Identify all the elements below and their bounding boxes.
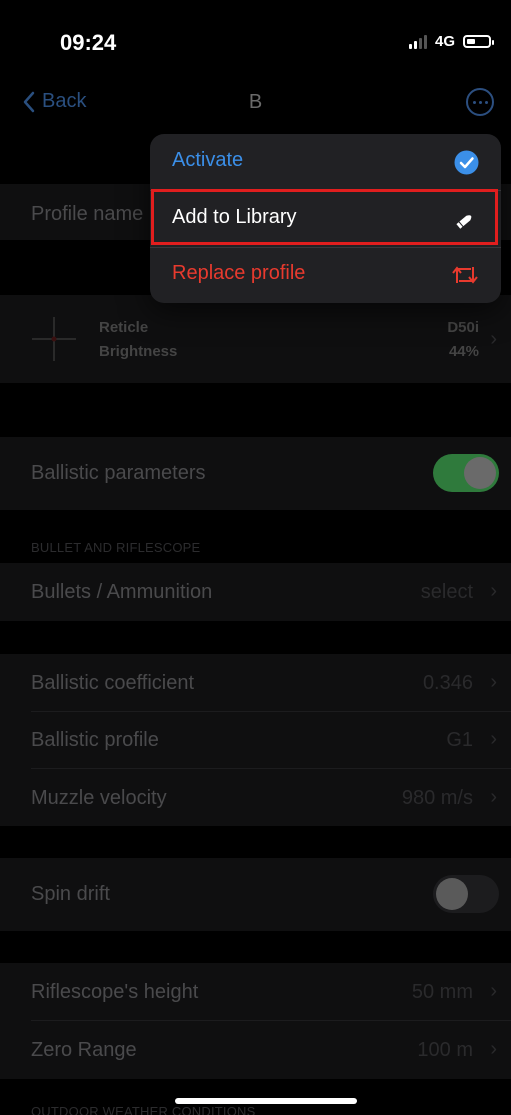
chevron-right-icon: ›	[490, 580, 497, 602]
ballistic-coefficient-label: Ballistic coefficient	[31, 672, 195, 694]
ballistic-parameters-toggle[interactable]	[433, 454, 499, 492]
zero-range-label: Zero Range	[31, 1039, 137, 1061]
profile-name-label[interactable]: Profile name	[31, 203, 143, 226]
params-group: Ballistic coefficient 0.346 › Ballistic …	[0, 654, 511, 826]
home-indicator[interactable]	[175, 1098, 357, 1104]
scope-group: Riflescope's height 50 mm › Zero Range 1…	[0, 963, 511, 1079]
muzzle-velocity-row[interactable]: Muzzle velocity 980 m/s ›	[0, 769, 511, 826]
more-icon-dot	[472, 100, 476, 104]
zero-range-row[interactable]: Zero Range 100 m ›	[0, 1021, 511, 1078]
ballistic-coefficient-value: 0.346	[422, 672, 473, 694]
chevron-right-icon: ›	[490, 980, 497, 1002]
ballistic-profile-label: Ballistic profile	[31, 729, 159, 751]
menu-item-replace-profile[interactable]: Replace profile	[150, 247, 501, 303]
spin-drift-toggle[interactable]	[433, 875, 499, 913]
chevron-right-icon: ›	[490, 671, 497, 693]
network-type: 4G	[434, 33, 455, 50]
chevron-right-icon: ›	[490, 328, 497, 350]
screen: 09:24 4G Back B Profile name Reticle Bri…	[0, 0, 511, 1115]
replace-profile-label: Replace profile	[172, 262, 306, 284]
riflescope-height-label: Riflescope's height	[31, 981, 199, 1003]
brightness-value: 44%	[448, 343, 479, 360]
chevron-right-icon: ›	[490, 1038, 497, 1060]
muzzle-velocity-label: Muzzle velocity	[31, 787, 167, 809]
more-options-button[interactable]	[466, 88, 494, 116]
spin-drift-group: Spin drift	[0, 858, 511, 931]
signal-icon	[408, 34, 427, 49]
muzzle-velocity-value: 980 m/s	[401, 787, 473, 809]
ballistic-parameters-label: Ballistic parameters	[31, 462, 206, 484]
reticle-value: D50i	[447, 319, 479, 336]
replace-arrows-icon	[452, 266, 478, 284]
ballistic-profile-value: G1	[446, 729, 473, 751]
page-title: B	[248, 91, 263, 113]
riflescope-height-value: 50 mm	[411, 981, 473, 1003]
ballistic-profile-row[interactable]: Ballistic profile G1 ›	[0, 712, 511, 769]
reticle-icon	[32, 317, 76, 361]
ballistic-coefficient-row[interactable]: Ballistic coefficient 0.346 ›	[0, 654, 511, 711]
spin-drift-label: Spin drift	[31, 883, 110, 905]
toggle-knob	[464, 457, 496, 489]
bullets-ammunition-label: Bullets / Ammunition	[31, 581, 213, 603]
bullet-section-header: BULLET AND RIFLESCOPE	[31, 540, 201, 555]
riflescope-height-row[interactable]: Riflescope's height 50 mm ›	[0, 963, 511, 1020]
chevron-right-icon: ›	[490, 728, 497, 750]
highlight-box	[151, 189, 498, 245]
reticle-label: Reticle	[99, 319, 149, 336]
chevron-right-icon: ›	[490, 786, 497, 808]
checkmark-circle-icon	[454, 150, 479, 175]
outdoor-section-header: OUTDOOR WEATHER CONDITIONS	[31, 1104, 256, 1115]
status-time: 09:24	[60, 30, 117, 55]
reticle-group[interactable]: Reticle Brightness D50i 44% ›	[0, 295, 511, 383]
status-indicators: 4G	[408, 33, 494, 50]
battery-icon	[463, 35, 494, 48]
menu-item-activate[interactable]: Activate	[150, 134, 501, 190]
bullets-ammunition-value: select	[420, 581, 473, 603]
brightness-label: Brightness	[99, 343, 178, 360]
zero-range-value: 100 m	[417, 1039, 473, 1061]
ammo-group[interactable]: Bullets / Ammunition select ›	[0, 563, 511, 621]
activate-label: Activate	[172, 149, 244, 171]
toggle-knob	[436, 878, 468, 910]
ballistic-group: Ballistic parameters	[0, 437, 511, 510]
